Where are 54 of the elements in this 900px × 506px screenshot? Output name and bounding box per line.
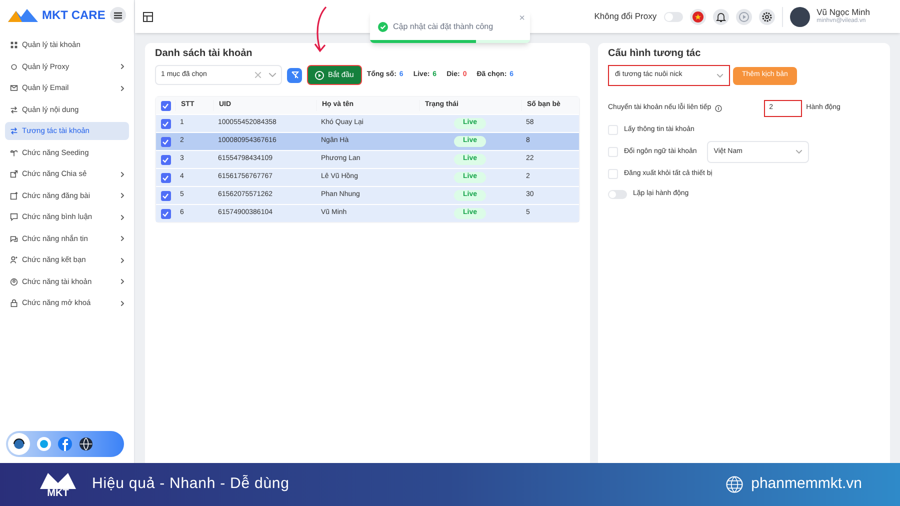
checkbox[interactable] xyxy=(160,136,170,146)
checkbox[interactable] xyxy=(160,118,170,128)
filter-off-button[interactable] xyxy=(287,68,302,82)
logo-text: MKT CARE xyxy=(42,7,106,24)
layout-icon[interactable] xyxy=(143,12,153,22)
grid-icon xyxy=(10,41,18,49)
logo-icon xyxy=(38,470,78,488)
checkbox[interactable] xyxy=(160,100,170,110)
avatar[interactable] xyxy=(790,6,810,26)
user-name: Vũ Ngọc Minh xyxy=(816,7,870,18)
checkbox[interactable] xyxy=(160,190,170,200)
globe-icon[interactable] xyxy=(79,437,93,451)
menu-icon xyxy=(114,12,122,18)
toggle-switch[interactable] xyxy=(608,190,627,198)
arrows-icon xyxy=(10,127,18,135)
comment-icon xyxy=(10,213,18,221)
chevron-down-icon xyxy=(717,74,723,78)
slogan: Hiệu quả - Nhanh - Dễ dùng xyxy=(92,474,290,494)
footer-logo-text: MKT xyxy=(47,488,69,498)
facebook-icon[interactable] xyxy=(58,437,72,451)
chevron-down-icon xyxy=(269,73,276,77)
play-circle-icon xyxy=(315,70,324,80)
checkbox[interactable] xyxy=(160,208,170,218)
globe-icon xyxy=(726,476,744,493)
checkbox[interactable] xyxy=(160,172,170,182)
card-title: Cấu hình tương tác xyxy=(608,47,702,61)
website-url: phanmemmkt.vn xyxy=(751,474,862,494)
chevron-down-icon xyxy=(796,150,802,154)
sprout-icon xyxy=(10,148,18,156)
post-icon xyxy=(10,192,18,200)
checkbox[interactable] xyxy=(608,169,618,179)
chat-icon[interactable] xyxy=(37,437,51,451)
filter-icon xyxy=(290,71,298,79)
play-icon[interactable] xyxy=(736,8,752,24)
card-title: Danh sách tài khoản xyxy=(155,47,254,61)
check-circle-icon xyxy=(378,22,388,32)
mail-icon xyxy=(10,84,18,92)
checkbox[interactable] xyxy=(608,125,618,135)
share-icon xyxy=(10,170,18,178)
logo-icon xyxy=(8,8,38,22)
lock-icon xyxy=(10,299,18,307)
flag-icon[interactable] xyxy=(690,8,706,24)
settings-icon[interactable] xyxy=(758,8,775,24)
chat-icon xyxy=(10,234,18,242)
toast-message: Cập nhật cài đặt thành công xyxy=(393,20,494,32)
checkbox[interactable] xyxy=(608,147,618,157)
bell-icon[interactable] xyxy=(712,8,729,24)
help-icon[interactable] xyxy=(715,105,722,112)
user-add-icon xyxy=(10,256,18,264)
menu-button[interactable] xyxy=(110,7,126,23)
proxy-toggle[interactable] xyxy=(664,12,683,22)
checkbox[interactable] xyxy=(160,154,170,164)
proxy-label: Không đổi Proxy xyxy=(594,10,657,23)
arrows-icon xyxy=(10,106,18,114)
